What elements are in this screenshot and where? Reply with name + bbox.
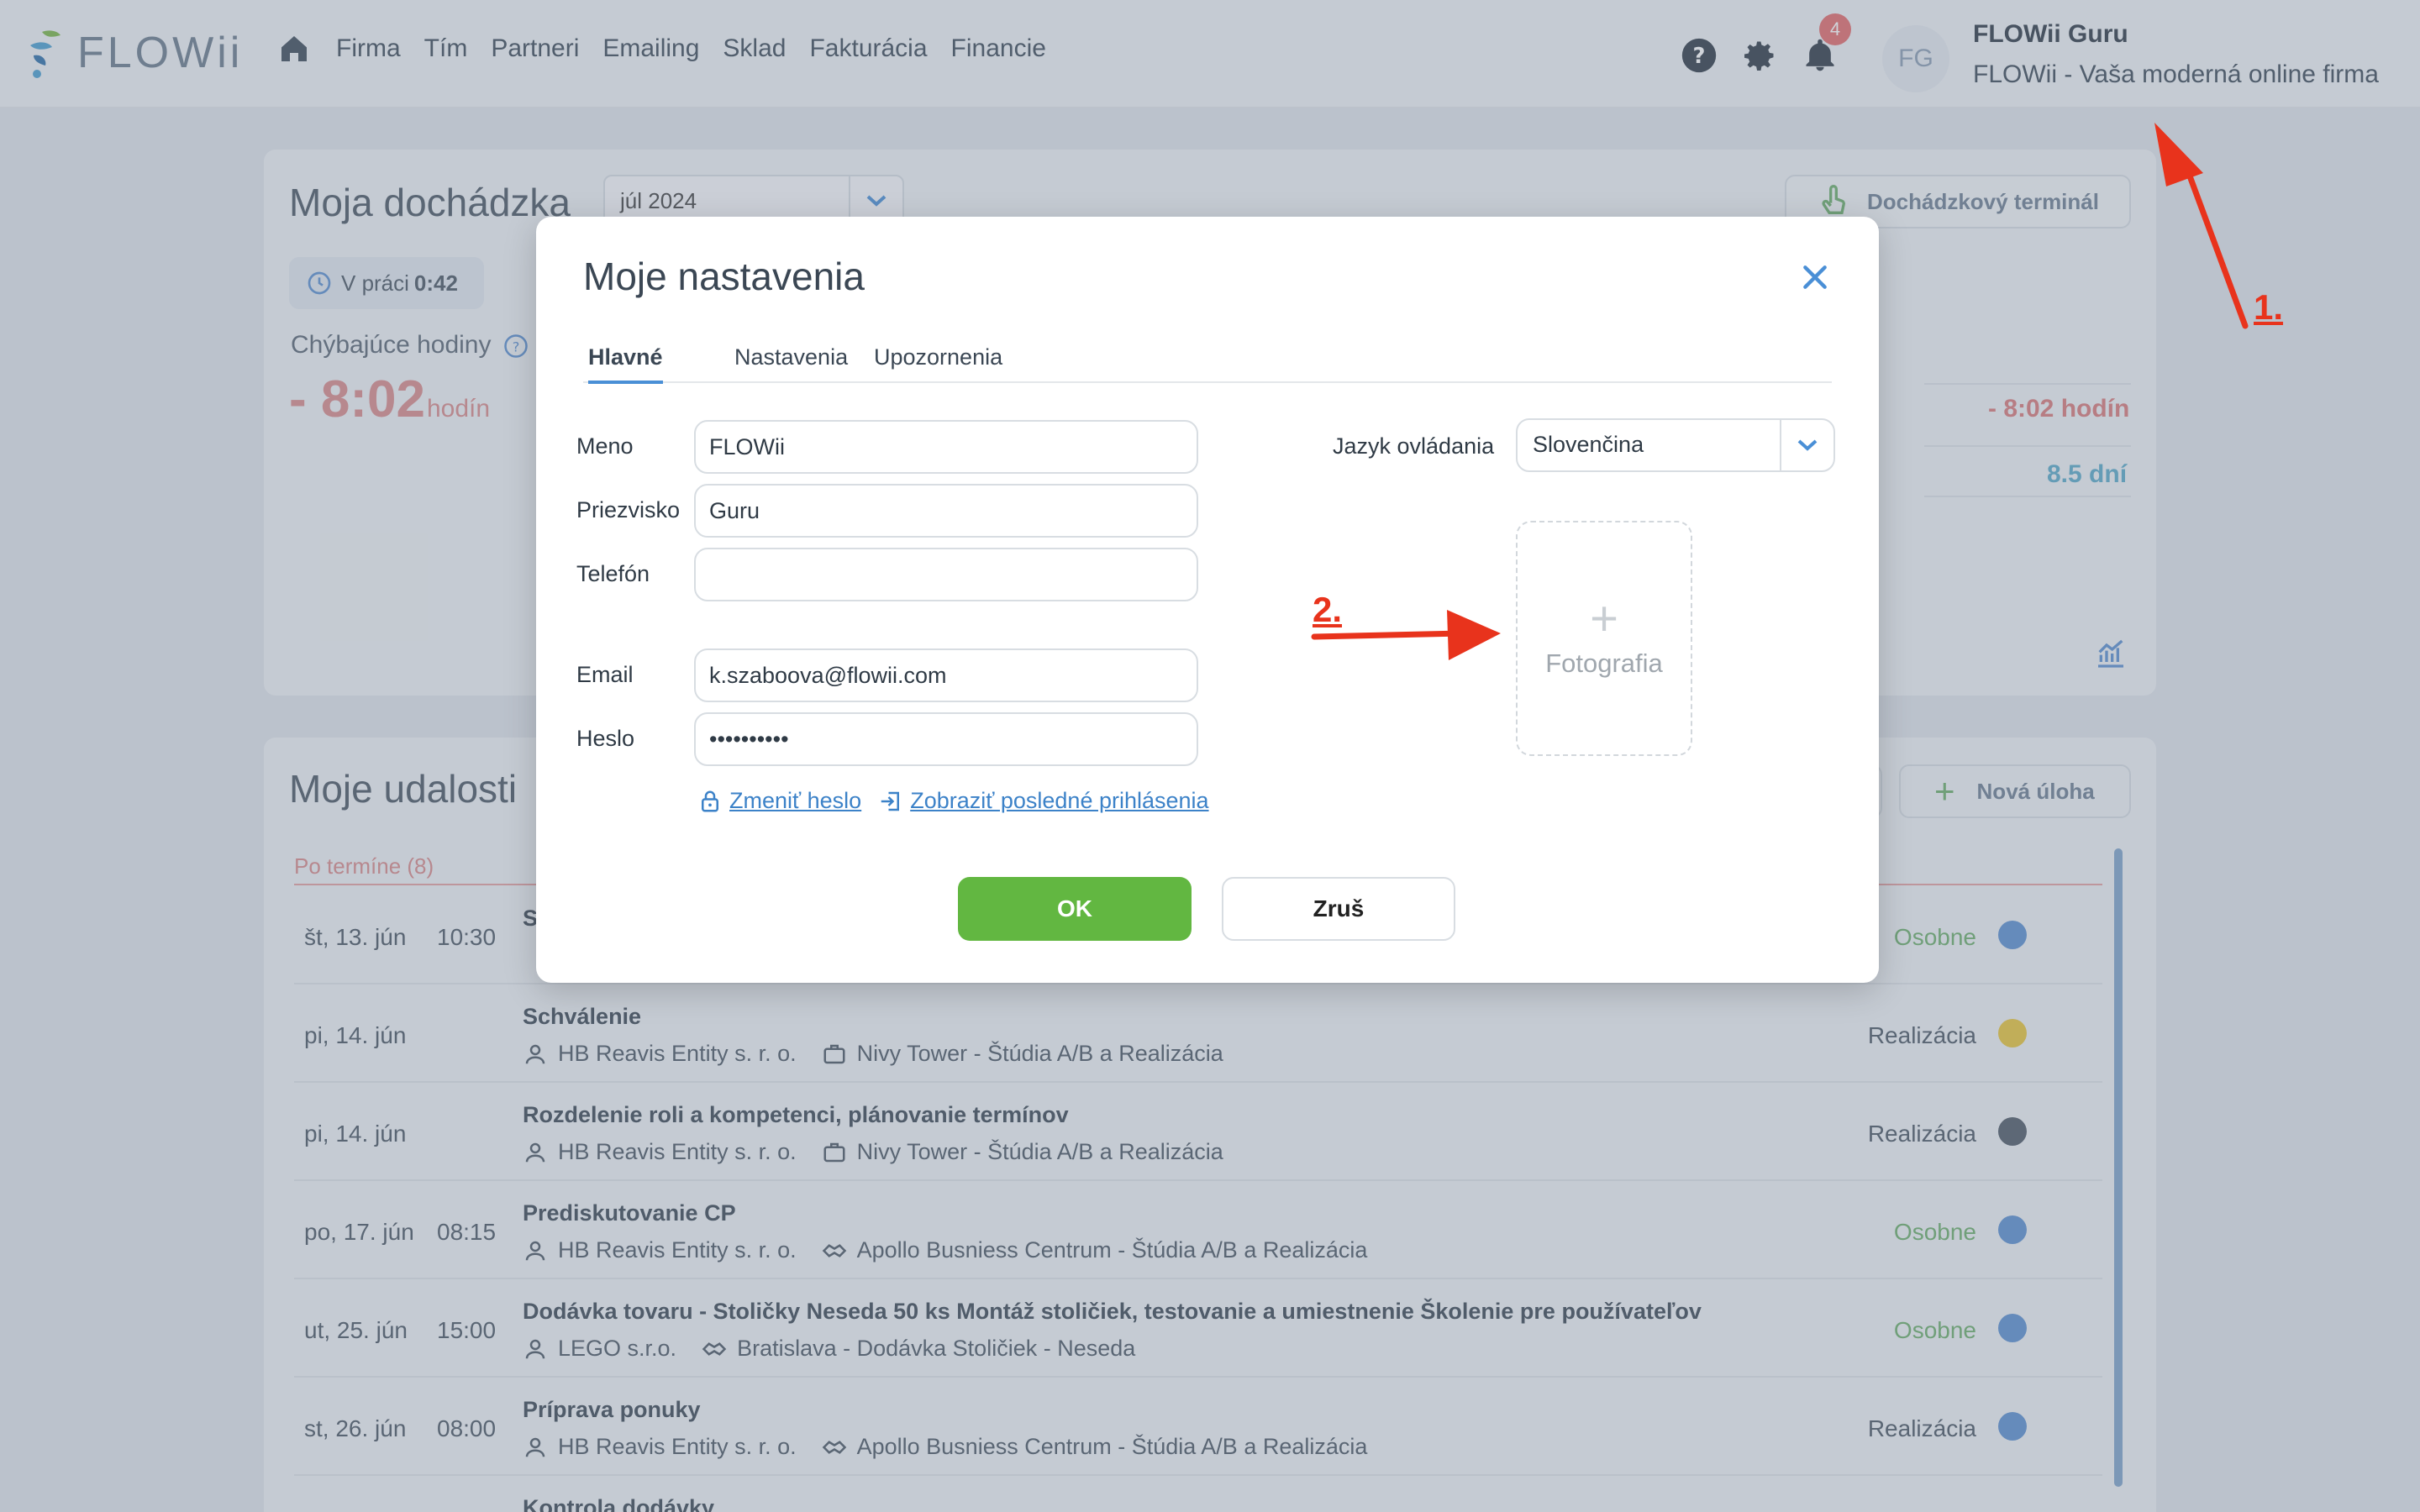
- tab-nastavenia[interactable]: Nastavenia: [734, 344, 848, 382]
- login-icon: [881, 791, 900, 811]
- language-select[interactable]: Slovenčina: [1516, 418, 1835, 472]
- annotation-label-1: 1.: [2254, 287, 2284, 327]
- phone-input[interactable]: [694, 548, 1198, 601]
- photo-upload[interactable]: + Fotografia: [1516, 521, 1692, 756]
- password-label: Heslo: [576, 726, 635, 751]
- modal-title: Moje nastavenia: [583, 255, 865, 298]
- name-input[interactable]: [694, 420, 1198, 474]
- surname-input[interactable]: [694, 484, 1198, 538]
- chevron-down-icon: [1780, 420, 1833, 470]
- ok-button[interactable]: OK: [958, 877, 1192, 941]
- email-input[interactable]: [694, 648, 1198, 702]
- settings-modal: Moje nastavenia Hlavné Nastavenia Upozor…: [536, 217, 1879, 983]
- plus-icon: +: [1590, 591, 1618, 646]
- modal-tabs: Hlavné Nastavenia Upozornenia: [583, 336, 1832, 384]
- password-input[interactable]: [694, 712, 1198, 766]
- email-label: Email: [576, 662, 634, 687]
- tab-upozornenia[interactable]: Upozornenia: [874, 344, 1002, 382]
- language-label: Jazyk ovládania: [1333, 433, 1495, 459]
- cancel-button[interactable]: Zruš: [1222, 877, 1455, 941]
- lock-icon: [702, 790, 718, 811]
- phone-label: Telefón: [576, 561, 650, 586]
- surname-label: Priezvisko: [576, 497, 681, 522]
- close-icon[interactable]: [1798, 260, 1832, 294]
- account-links: Zmeniť heslo Zobraziť posledné prihlásen…: [697, 788, 1209, 814]
- tab-hlavne[interactable]: Hlavné: [588, 344, 663, 384]
- language-select-value: Slovenčina: [1533, 432, 1644, 457]
- annotation-label-2: 2.: [1313, 590, 1343, 629]
- photo-label: Fotografia: [1545, 648, 1663, 678]
- last-logins-link[interactable]: Zobraziť posledné prihlásenia: [910, 788, 1208, 814]
- change-password-link[interactable]: Zmeniť heslo: [729, 788, 861, 814]
- name-label: Meno: [576, 433, 634, 459]
